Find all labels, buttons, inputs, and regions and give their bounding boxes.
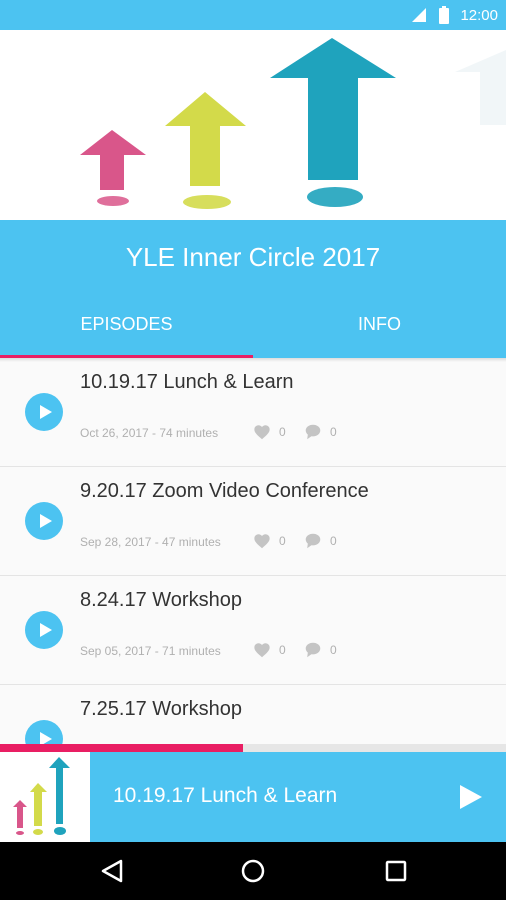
battery-icon (439, 6, 450, 24)
podcast-title: YLE Inner Circle 2017 (125, 242, 381, 272)
list-item[interactable]: 8.24.17 Workshop Sep 05, 2017 - 71 minut… (0, 576, 506, 685)
play-button[interactable] (25, 502, 63, 540)
mini-player[interactable]: 10.19.17 Lunch & Learn (0, 752, 506, 842)
status-bar: 12:00 (0, 0, 506, 30)
comment-icon (305, 642, 321, 658)
teal-arrow-graphic (270, 38, 396, 207)
list-item[interactable]: 7.25.17 Workshop (0, 685, 506, 752)
tab-bar: EPISODES INFO (0, 304, 506, 358)
comment-count: 0 (330, 425, 337, 439)
play-button[interactable] (25, 393, 63, 431)
tab-episodes[interactable]: EPISODES (0, 304, 253, 358)
comment-control[interactable]: 0 (304, 642, 337, 658)
comment-control[interactable]: 0 (304, 424, 337, 440)
podcast-header: YLE Inner Circle 2017 EPISODES INFO (0, 220, 506, 358)
episode-meta: Oct 26, 2017 - 74 minutes (80, 426, 219, 440)
list-item[interactable]: 10.19.17 Lunch & Learn Oct 26, 2017 - 74… (0, 358, 506, 467)
back-icon[interactable] (97, 856, 127, 886)
podcast-artwork (0, 30, 506, 220)
player-progress-fill (0, 744, 243, 752)
status-time: 12:00 (460, 6, 498, 24)
navigation-bar (0, 842, 506, 900)
episode-meta: Sep 05, 2017 - 71 minutes (80, 644, 221, 658)
recents-icon[interactable] (381, 856, 411, 886)
like-count: 0 (279, 425, 286, 439)
episode-title: 10.19.17 Lunch & Learn (80, 371, 294, 393)
comment-count: 0 (330, 534, 337, 548)
episode-meta: Sep 28, 2017 - 47 minutes (80, 535, 221, 549)
list-item[interactable]: 9.20.17 Zoom Video Conference Sep 28, 20… (0, 467, 506, 576)
play-icon (40, 514, 52, 528)
comment-count: 0 (330, 643, 337, 657)
play-icon (40, 405, 52, 419)
like-count: 0 (279, 643, 286, 657)
tab-info[interactable]: INFO (253, 304, 506, 358)
comment-icon (305, 533, 321, 549)
player-artwork (0, 752, 90, 842)
episode-title: 7.25.17 Workshop (80, 698, 242, 720)
player-title: 10.19.17 Lunch & Learn (113, 784, 338, 807)
signal-icon (412, 8, 427, 22)
heart-icon (254, 643, 270, 658)
yellow-arrow-graphic (165, 92, 246, 209)
play-icon (40, 623, 52, 637)
like-control[interactable]: 0 (253, 533, 286, 549)
like-control[interactable]: 0 (253, 424, 286, 440)
episode-list[interactable]: 10.19.17 Lunch & Learn Oct 26, 2017 - 74… (0, 358, 506, 752)
pink-arrow-graphic (80, 130, 146, 206)
heart-icon (254, 534, 270, 549)
header-shadow (0, 358, 506, 362)
like-count: 0 (279, 534, 286, 548)
play-button[interactable] (25, 611, 63, 649)
heart-icon (254, 425, 270, 440)
home-icon[interactable] (238, 856, 268, 886)
play-icon[interactable] (456, 782, 484, 812)
episode-title: 9.20.17 Zoom Video Conference (80, 480, 369, 502)
comment-icon (305, 424, 321, 440)
like-control[interactable]: 0 (253, 642, 286, 658)
comment-control[interactable]: 0 (304, 533, 337, 549)
status-icons: 12:00 (410, 0, 498, 30)
episode-title: 8.24.17 Workshop (80, 589, 242, 611)
